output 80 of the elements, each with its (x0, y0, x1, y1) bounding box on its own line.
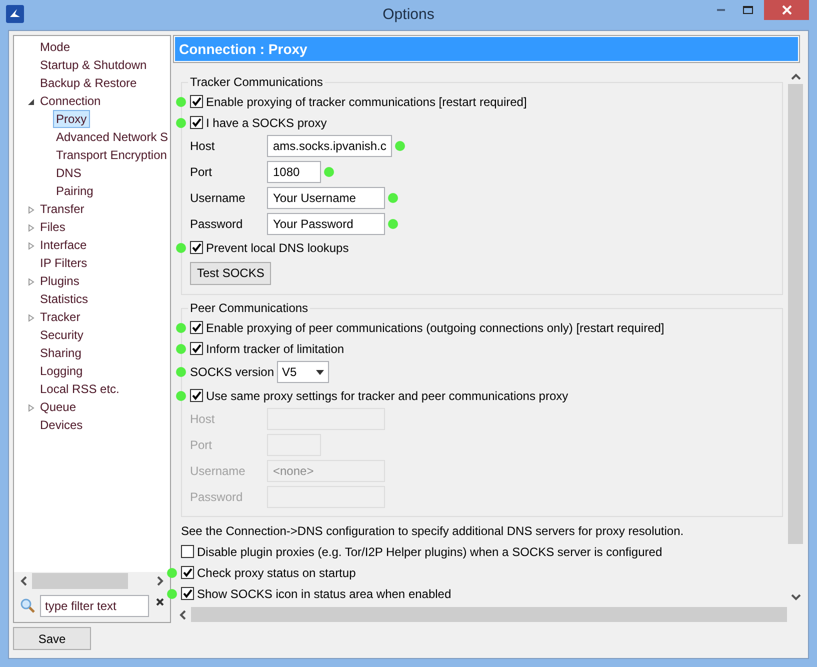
group-title: Tracker Communications (189, 74, 324, 91)
tree-item[interactable]: Transfer (37, 200, 88, 218)
tree-item[interactable]: Proxy (53, 110, 90, 128)
expand-icon[interactable] (28, 404, 35, 412)
tree-item[interactable]: Files (37, 218, 68, 236)
input-field[interactable]: ams.socks.ipvanish.c (267, 135, 392, 157)
tree-item[interactable]: Plugins (37, 272, 82, 290)
tree-item[interactable]: Statistics (37, 290, 92, 308)
field-label: SOCKS version (190, 364, 274, 381)
group-title: Peer Communications (189, 300, 310, 317)
checkbox-label: Disable plugin proxies (e.g. Tor/I2P Helper plugins) when a SOCKS server is configured (197, 544, 662, 560)
checkbox[interactable] (181, 566, 194, 579)
checkbox-label: Show SOCKS icon in status area when enabled (197, 586, 452, 602)
checkbox[interactable] (190, 116, 203, 129)
clear-icon[interactable] (156, 598, 164, 606)
tree-item[interactable]: Transport Encryption (53, 146, 170, 164)
field-label: Port (190, 437, 214, 454)
checkbox-label: Check proxy status on startup (197, 564, 356, 582)
version-dropdown[interactable]: V5 (277, 361, 330, 383)
save-button[interactable]: Save (13, 627, 91, 650)
checkbox-label: Prevent local DNS lookups (206, 240, 349, 256)
checkbox-label: I have a SOCKS proxy (206, 114, 327, 132)
tree-item[interactable]: Sharing (37, 344, 84, 362)
expand-icon[interactable] (28, 206, 35, 214)
collapse-icon[interactable] (28, 98, 35, 106)
search-icon (20, 598, 36, 614)
close-button[interactable] (764, 0, 809, 20)
checkbox-label: Enable proxying of peer communications (outgoing connections only) [restart required] (206, 320, 664, 336)
input-field[interactable]: Your Password (267, 213, 385, 235)
scroll-up-icon[interactable] (790, 73, 800, 81)
window-title: Options (382, 4, 434, 25)
tree-item[interactable]: Connection (37, 92, 104, 110)
field-label: Username (190, 190, 246, 207)
checkbox-label: Use same proxy settings for tracker and peer communications proxy (206, 388, 568, 404)
caret-icon (316, 370, 324, 374)
test-button[interactable]: Test SOCKS (190, 262, 272, 284)
field-label: Host (190, 411, 216, 428)
checkbox[interactable] (181, 587, 194, 600)
info-text: See the Connection->DNS configuration to specify additional DNS servers for proxy resolution. (181, 522, 684, 540)
app-icon (6, 5, 24, 23)
field-label: Host (190, 138, 216, 155)
expand-icon[interactable] (28, 224, 35, 232)
field-label: Password (190, 489, 244, 506)
close-icon (782, 5, 792, 15)
expand-icon[interactable] (28, 314, 35, 322)
tree-item[interactable]: Security (37, 326, 86, 344)
checkbox[interactable] (190, 95, 203, 108)
filter-field[interactable]: type filter text (40, 595, 149, 617)
tree-item[interactable]: Queue (37, 398, 80, 416)
tree-item[interactable]: Interface (37, 236, 90, 254)
tree-item[interactable]: Startup & Shutdown (37, 56, 150, 74)
tree-item[interactable]: DNS (53, 164, 84, 182)
tree-item[interactable]: Advanced Network S (53, 128, 170, 146)
checkbox[interactable] (190, 241, 203, 254)
scroll-right-icon[interactable] (156, 576, 164, 586)
tree-item[interactable]: Mode (37, 38, 74, 56)
field-label: Password (190, 216, 244, 233)
checkbox-label: Enable proxying of tracker communications [restart required] (206, 94, 527, 110)
scroll-left-icon[interactable] (179, 610, 187, 620)
field-label: Port (190, 164, 214, 181)
checkbox[interactable] (190, 389, 203, 402)
input-field[interactable]: Your Username (267, 187, 385, 209)
page-header: Connection : Proxy (175, 37, 798, 61)
tree-item[interactable]: IP Filters (37, 254, 90, 272)
tree-item[interactable]: Backup & Restore (37, 74, 140, 92)
tree-item[interactable]: Tracker (37, 308, 84, 326)
checkbox[interactable] (190, 321, 203, 334)
tree-item[interactable]: Logging (37, 362, 86, 380)
checkbox[interactable] (190, 342, 203, 355)
checkbox-label: Inform tracker of limitation (206, 340, 344, 358)
field-label: Username (190, 463, 246, 480)
checkbox[interactable] (181, 545, 194, 558)
tree-item[interactable]: Devices (37, 416, 86, 434)
scroll-left-icon[interactable] (20, 576, 28, 586)
tree-item[interactable]: Local RSS etc. (37, 380, 122, 398)
expand-icon[interactable] (28, 242, 35, 250)
scroll-down-icon[interactable] (790, 593, 800, 601)
tree-item[interactable]: Pairing (53, 182, 96, 200)
input-field[interactable]: 1080 (267, 161, 321, 183)
expand-icon[interactable] (28, 278, 35, 286)
